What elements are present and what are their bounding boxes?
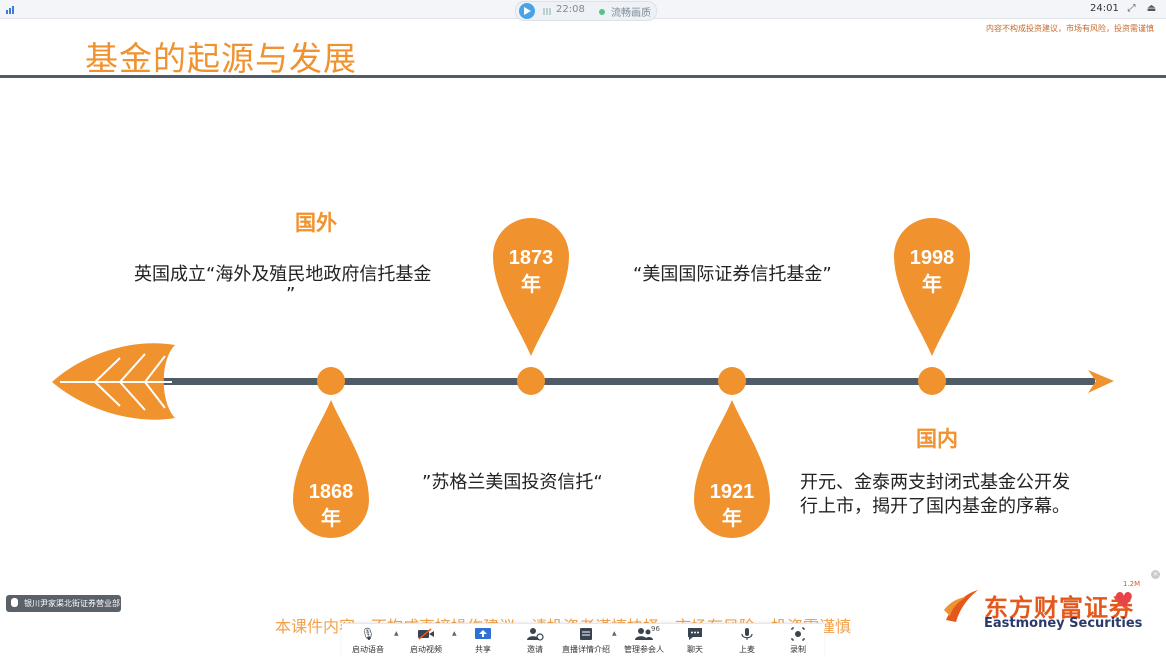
close-icon[interactable]: ×	[1151, 570, 1160, 579]
document-icon	[577, 627, 595, 641]
live-details-label: 直播详情介绍	[562, 645, 610, 654]
start-video-label: 启动视频	[410, 645, 442, 654]
pin-unit-1998: 年	[922, 272, 942, 296]
record-icon	[789, 627, 807, 641]
pin-year-1998: 1998	[910, 247, 955, 269]
brand-swoosh-icon	[944, 590, 978, 622]
leaf-tail	[52, 343, 175, 420]
mic-up-icon	[738, 627, 756, 641]
presenter-label[interactable]: 银川尹家渠北街证券营业部	[6, 595, 121, 612]
region-foreign-heading: 国外	[295, 211, 337, 235]
event-1921-text: “美国国际证券信托基金”	[633, 264, 832, 285]
timeline-node-1998	[918, 367, 946, 395]
participant-count-badge: 96	[651, 625, 660, 633]
pin-unit-1921: 年	[722, 506, 742, 530]
pin-unit-1868: 年	[321, 506, 341, 530]
timeline-graphic: 1868 年 1873 年 1921 年 1998 年	[52, 218, 1114, 538]
timeline-node-1921	[718, 367, 746, 395]
start-audio-label: 启动语音	[352, 645, 384, 654]
microphone-icon	[11, 598, 18, 607]
presenter-name: 银川尹家渠北街证券营业部	[24, 599, 120, 608]
microphone-icon: 🎙	[360, 627, 376, 641]
meeting-toolbar: 🎙 启动语音 ▲ 启动视频 ▲ 共享 邀请 直播详情介绍 ▲ 管理参会人 96	[342, 623, 824, 657]
start-audio-button[interactable]: 🎙 启动语音	[338, 624, 398, 657]
start-video-button[interactable]: 启动视频	[396, 624, 456, 657]
brand-version: 1.2M	[1123, 580, 1141, 588]
brand-english-name: Eastmoney Securities	[984, 616, 1143, 631]
region-domestic-heading: 国内	[916, 427, 958, 451]
event-1868-text: 英国成立“海外及殖民地政府信托基金	[134, 264, 432, 285]
share-screen-icon	[474, 627, 492, 641]
chat-button[interactable]: 聊天	[665, 624, 725, 657]
pin-year-1868: 1868	[309, 481, 354, 503]
heart-icon: ♥	[1114, 589, 1134, 614]
timeline-node-1868	[317, 367, 345, 395]
record-label: 录制	[790, 645, 806, 654]
event-1868-text-quote: ”	[286, 284, 296, 305]
chat-icon	[686, 627, 704, 641]
event-1998-text-line2: 行上市，揭开了国内基金的序幕。	[800, 496, 1070, 517]
share-button[interactable]: 共享	[453, 624, 513, 657]
chat-label: 聊天	[687, 645, 703, 654]
video-camera-icon	[417, 627, 435, 641]
share-label: 共享	[475, 645, 491, 654]
pin-year-1921: 1921	[710, 481, 755, 503]
invite-icon	[526, 627, 544, 641]
brand-logo: 东方财富证券 Eastmoney Securities 1.2M ♥	[942, 580, 1148, 636]
live-details-button[interactable]: 直播详情介绍	[556, 624, 616, 657]
pin-year-1873: 1873	[509, 247, 554, 269]
timeline-node-1873	[517, 367, 545, 395]
pin-unit-1873: 年	[521, 272, 541, 296]
event-1998-text-line1: 开元、金泰两支封闭式基金公开发	[800, 472, 1070, 493]
record-button[interactable]: 录制	[768, 624, 828, 657]
event-1873-text: ”苏格兰美国投资信托“	[422, 472, 603, 493]
